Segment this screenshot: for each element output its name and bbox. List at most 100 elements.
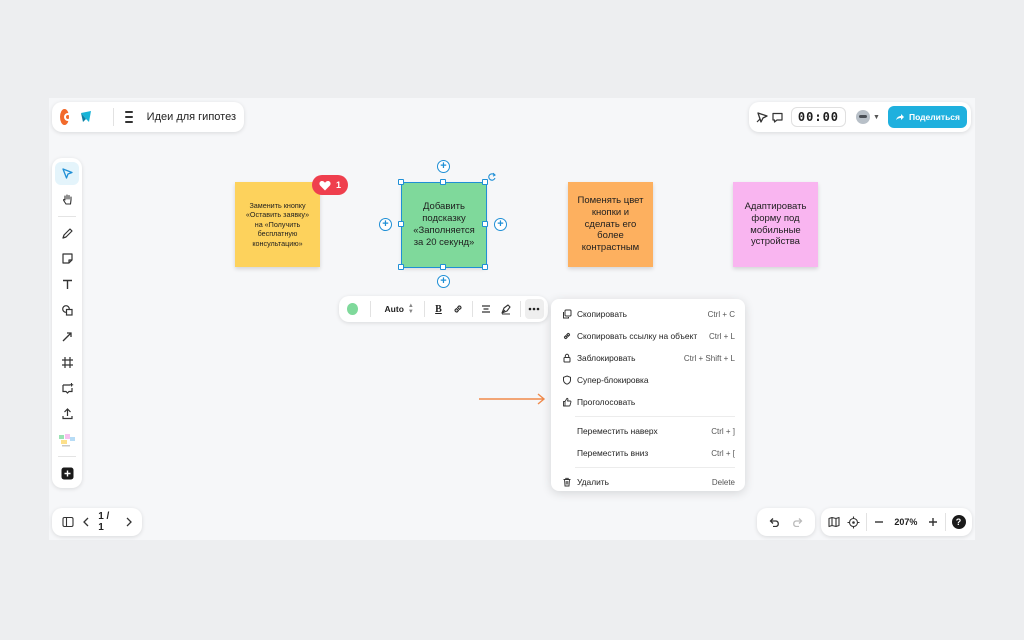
sidebar-toggle-icon[interactable] (58, 511, 79, 533)
menu-item-label: Переместить наверх (577, 426, 658, 436)
menu-item-vote[interactable]: Проголосовать (551, 391, 745, 413)
menu-divider (575, 416, 735, 417)
text-tool[interactable] (55, 273, 79, 296)
zoom-in-icon[interactable] (923, 511, 942, 533)
menu-icon[interactable] (125, 111, 133, 123)
sticky-note-icon (61, 253, 73, 265)
author-button[interactable] (496, 299, 516, 319)
menu-item-shortcut: Ctrl + ] (711, 426, 735, 436)
comment-tool[interactable] (55, 377, 79, 400)
chevron-down-icon: ▼ (873, 113, 880, 121)
left-toolbar (52, 158, 82, 488)
menu-item-label: Проголосовать (577, 397, 636, 407)
more-tools-button[interactable] (55, 462, 79, 485)
prev-page-icon[interactable] (79, 511, 92, 533)
sticky-note-selected[interactable]: Добавить подсказку «Заполняется за 20 се… (402, 183, 486, 267)
comment-add-icon (61, 382, 73, 394)
cursor-icon (61, 168, 73, 179)
font-size-stepper[interactable]: ▲ ▼ (408, 303, 414, 315)
more-options-button[interactable] (524, 299, 545, 319)
yandex-logo-icon[interactable] (60, 109, 72, 125)
sticky-note-tool[interactable] (55, 247, 79, 270)
share-button-label: Поделиться (908, 112, 960, 122)
color-picker[interactable] (347, 303, 358, 315)
resize-handle[interactable] (440, 264, 446, 270)
menu-item-bring-forward[interactable]: Переместить наверх Ctrl + ] (551, 420, 745, 442)
reaction-badge[interactable]: 1 (312, 175, 348, 195)
resize-handle[interactable] (482, 264, 488, 270)
resize-handle[interactable] (482, 221, 488, 227)
bold-button[interactable]: B (429, 299, 449, 319)
menu-item-copy-link[interactable]: Скопировать ссылку на объект Ctrl + L (551, 325, 745, 347)
next-page-icon[interactable] (123, 511, 136, 533)
user-avatar-menu[interactable]: ▼ (856, 110, 880, 124)
comment-icon[interactable] (770, 106, 785, 128)
more-horizontal-icon (528, 307, 540, 311)
timer[interactable]: 00:00 (790, 107, 847, 127)
resize-handle[interactable] (398, 221, 404, 227)
divider (369, 301, 371, 317)
help-button[interactable]: ? (949, 511, 968, 533)
menu-item-shortcut: Ctrl + Shift + L (683, 353, 735, 363)
frame-tool[interactable] (55, 351, 79, 374)
follow-cursor-icon[interactable] (755, 106, 770, 128)
undo-icon[interactable] (763, 511, 785, 533)
templates-tool[interactable] (55, 428, 79, 451)
rotate-icon[interactable] (487, 169, 497, 187)
add-sticky-left-icon[interactable]: + (379, 218, 392, 231)
redo-icon[interactable] (787, 511, 809, 533)
link-button[interactable] (448, 299, 468, 319)
menu-item-lock[interactable]: Заблокировать Ctrl + Shift + L (551, 347, 745, 369)
sticky-note-text: Заменить кнопку «Оставить заявку» на «По… (245, 201, 310, 248)
shapes-tool[interactable] (55, 299, 79, 322)
select-tool[interactable] (55, 162, 79, 185)
menu-divider (575, 467, 735, 468)
upload-icon (61, 408, 73, 420)
resize-handle[interactable] (398, 264, 404, 270)
hand-icon (62, 194, 72, 205)
link-icon (562, 331, 572, 341)
menu-item-copy[interactable]: Скопировать Ctrl + C (551, 303, 745, 325)
divider (423, 301, 425, 317)
zoom-panel: 207% ? (821, 508, 972, 536)
link-icon (454, 305, 462, 313)
sticky-note-text: Добавить подсказку «Заполняется за 20 се… (413, 201, 475, 248)
menu-item-shortcut: Ctrl + [ (711, 448, 735, 458)
divider (471, 301, 473, 317)
menu-item-shortcut: Ctrl + L (708, 331, 735, 341)
board-title[interactable]: Идеи для гипотез (147, 111, 236, 123)
share-button[interactable]: Поделиться (887, 106, 967, 128)
heart-icon (319, 180, 331, 190)
resize-handle[interactable] (440, 179, 446, 185)
align-button[interactable] (477, 299, 497, 319)
add-sticky-top-icon[interactable]: + (437, 160, 450, 173)
divider (519, 301, 521, 317)
text-icon (62, 280, 72, 290)
menu-item-send-backward[interactable]: Переместить вниз Ctrl + [ (551, 442, 745, 464)
menu-item-delete[interactable]: Удалить Delete (551, 471, 745, 493)
lock-icon (562, 353, 572, 363)
menu-item-label: Скопировать ссылку на объект (577, 331, 698, 341)
pencil-icon (61, 227, 73, 239)
fit-to-screen-icon[interactable] (844, 511, 863, 533)
menu-item-super-lock[interactable]: Супер-блокировка (551, 369, 745, 391)
sticky-note[interactable]: Поменять цвет кнопки и сделать его более… (568, 182, 653, 267)
sticky-note[interactable]: Адаптировать форму под мобильные устройс… (733, 182, 818, 267)
hand-tool[interactable] (55, 188, 79, 211)
minimap-icon[interactable] (825, 511, 844, 533)
add-sticky-bottom-icon[interactable]: + (437, 275, 450, 288)
avatar (856, 110, 871, 124)
board-app-icon[interactable] (79, 110, 93, 124)
zoom-level[interactable]: 207% (894, 517, 917, 527)
zoom-out-icon[interactable] (870, 511, 889, 533)
sticky-note[interactable]: Заменить кнопку «Оставить заявку» на «По… (235, 182, 320, 267)
upload-tool[interactable] (55, 403, 79, 426)
trash-icon (562, 477, 572, 487)
add-sticky-right-icon[interactable]: + (494, 218, 507, 231)
format-toolbar: Auto ▲ ▼ B (339, 296, 548, 322)
resize-handle[interactable] (398, 179, 404, 185)
frame-icon (61, 356, 73, 368)
pen-tool[interactable] (55, 222, 79, 245)
connector-tool[interactable] (55, 325, 79, 348)
font-size-value[interactable]: Auto (385, 304, 404, 314)
